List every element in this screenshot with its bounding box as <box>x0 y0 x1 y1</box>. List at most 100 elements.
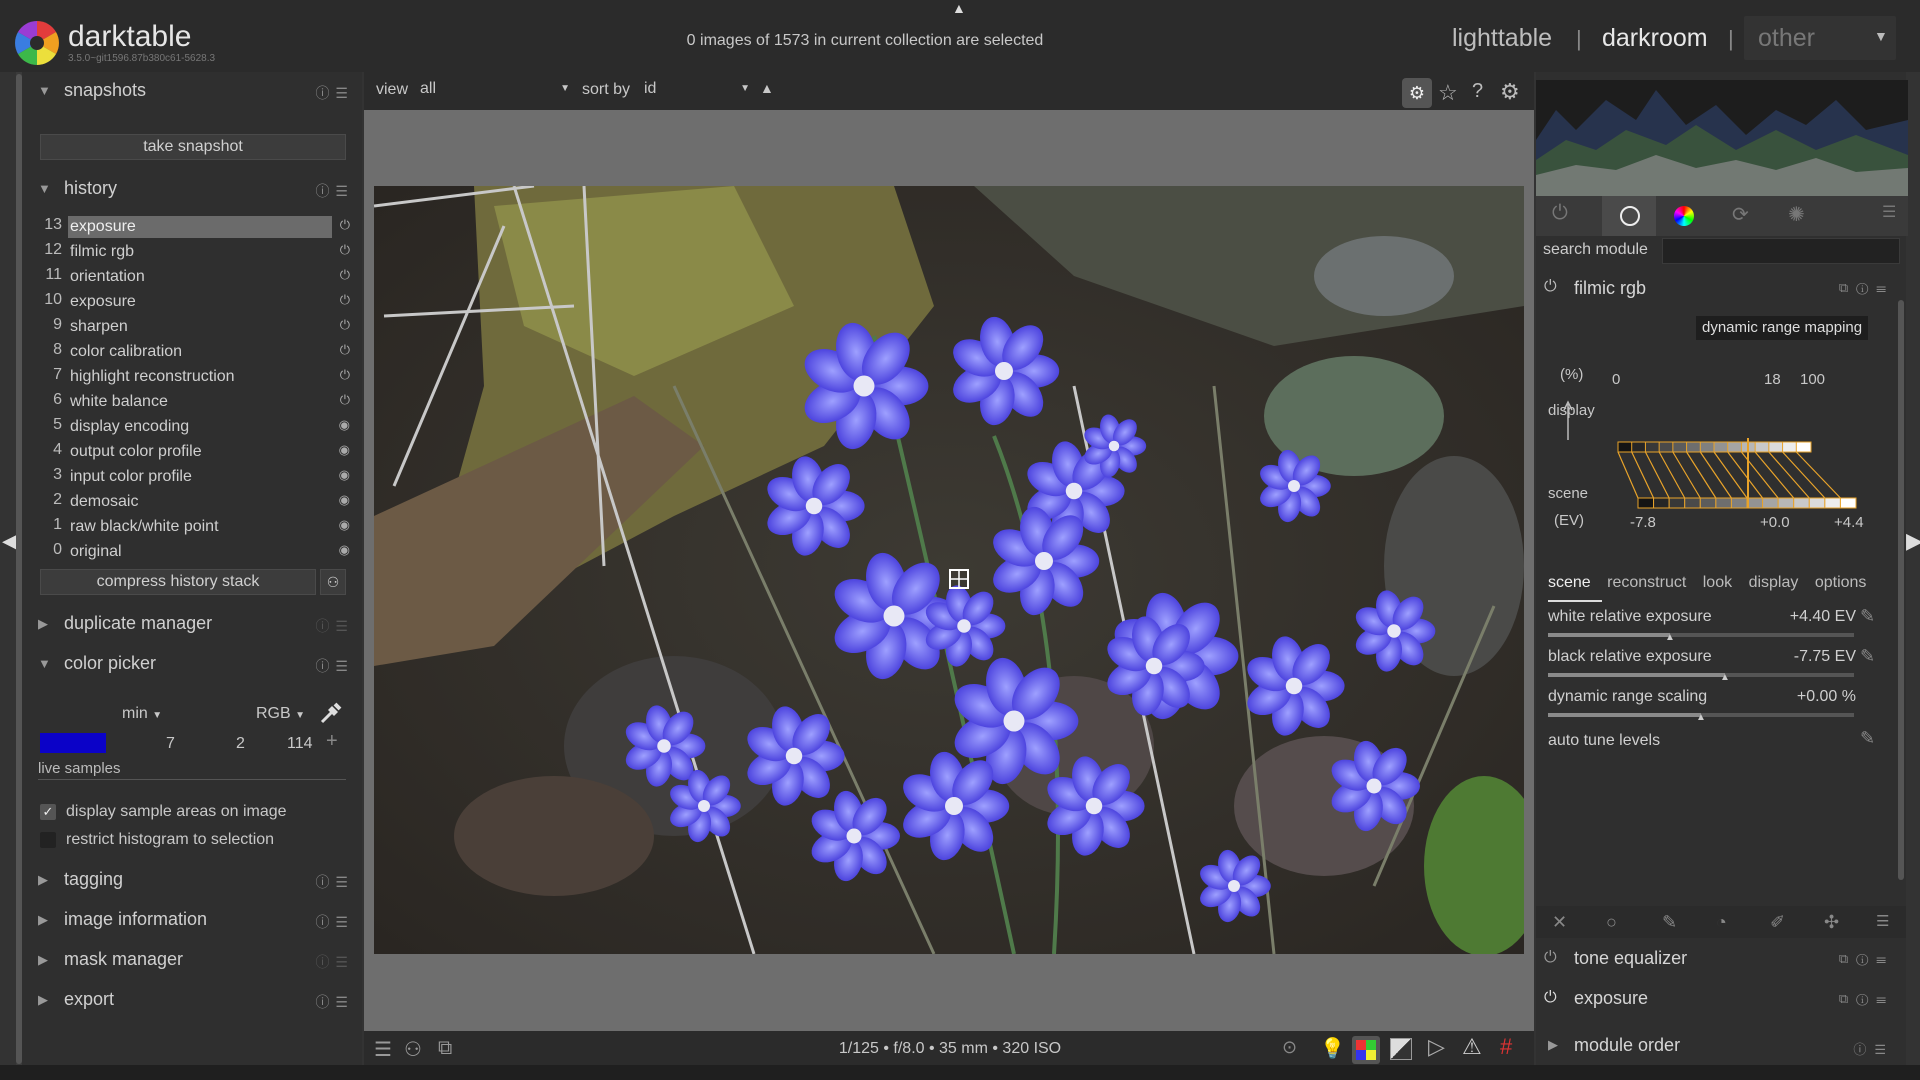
base-tab-icon[interactable] <box>1620 206 1640 226</box>
history-item[interactable]: 1 raw black/white point ◉ <box>34 516 350 541</box>
history-create-style-icon[interactable]: ⚇ <box>320 569 346 595</box>
history-item[interactable]: 4 output color profile ◉ <box>34 441 350 466</box>
image-information-header[interactable]: ▶ image information ⓘ☰ <box>30 902 354 938</box>
tab-menu-icon[interactable]: ☰ <box>1882 202 1910 230</box>
mask-menu-icon[interactable]: ☰ <box>1876 912 1889 930</box>
uniform-mask-icon[interactable]: ○ <box>1606 912 1617 933</box>
focus-peaking-icon[interactable]: ⊙ <box>1282 1037 1297 1058</box>
module-options-icons[interactable]: ⧉ⓘ☰ <box>1839 951 1894 967</box>
raster-mask-icon[interactable]: ✣ <box>1824 912 1839 933</box>
picked-color-swatch[interactable] <box>40 733 106 753</box>
bulb-icon[interactable]: 💡 <box>1320 1036 1345 1061</box>
picker-mode-select[interactable]: min ▼ <box>122 705 162 723</box>
eyedropper-icon[interactable]: ✎ <box>1860 606 1875 627</box>
active-modules-tab-icon[interactable]: ⏻ <box>1552 202 1580 230</box>
restrict-histogram-checkbox[interactable] <box>40 832 56 848</box>
module-options-icons[interactable]: ⓘ☰ <box>315 656 354 676</box>
slider-handle[interactable]: ▲ <box>1696 712 1706 723</box>
history-item[interactable]: 2 demosaic ◉ <box>34 491 350 516</box>
tab-options[interactable]: options <box>1815 574 1867 591</box>
history-item[interactable]: 0 original ◉ <box>34 541 350 566</box>
history-item[interactable]: 7 highlight reconstruction ⏻ <box>34 366 350 391</box>
drawn-mask-icon[interactable]: ✎ <box>1662 912 1677 933</box>
left-scrollbar-thumb[interactable] <box>16 74 22 1064</box>
picker-space-select[interactable]: RGB ▼ <box>256 705 305 723</box>
photo-image[interactable] <box>374 186 1524 954</box>
module-options-icons[interactable]: ⧉ⓘ☰ <box>1839 991 1894 1007</box>
power-icon[interactable]: ⏻ <box>1544 278 1557 296</box>
tab-display[interactable]: display <box>1749 574 1799 591</box>
mask-manager-header[interactable]: ▶ mask manager ⓘ☰ <box>30 942 354 978</box>
compress-history-button[interactable]: compress history stack <box>40 569 316 595</box>
module-options-icons[interactable]: ⓘ☰ <box>315 872 354 892</box>
history-item[interactable]: 6 white balance ⏻ <box>34 391 350 416</box>
tab-reconstruct[interactable]: reconstruct <box>1607 574 1686 591</box>
view-darkroom[interactable]: darkroom <box>1602 24 1708 53</box>
view-filter-select[interactable]: all ▼ <box>420 80 572 102</box>
mask-off-icon[interactable]: ✕ <box>1552 912 1567 933</box>
view-lighttable[interactable]: lighttable <box>1452 24 1552 53</box>
module-options-icons[interactable]: ⧉ⓘ☰ <box>1839 280 1894 296</box>
collapse-right-icon[interactable]: ▶ <box>1906 528 1920 554</box>
sort-order-icon[interactable]: ▲ <box>760 80 774 96</box>
tagging-header[interactable]: ▶ tagging ⓘ☰ <box>30 862 354 898</box>
tone-equalizer-header[interactable]: ⏻ tone equalizer ⧉ⓘ☰ <box>1536 940 1906 978</box>
presets-icon[interactable]: ⚇ <box>404 1037 422 1062</box>
snapshots-header[interactable]: ▼ snapshots ⓘ☰ <box>30 73 354 109</box>
softproof-icon[interactable]: ▷ <box>1428 1034 1445 1060</box>
add-sample-icon[interactable]: + <box>326 730 338 753</box>
guides-icon[interactable]: # <box>1500 1034 1512 1060</box>
help-icon[interactable]: ? <box>1472 80 1483 103</box>
history-header[interactable]: ▼ history ⓘ☰ <box>30 171 354 207</box>
module-options-icons[interactable]: ⓘ☰ <box>315 952 354 972</box>
module-options-icons[interactable]: ⓘ☰ <box>315 616 354 636</box>
search-module-input[interactable] <box>1662 238 1900 264</box>
effect-tab-icon[interactable]: ✺ <box>1788 202 1816 230</box>
history-item[interactable]: 3 input color profile ◉ <box>34 466 350 491</box>
correct-tab-icon[interactable]: ⟳ <box>1732 202 1760 230</box>
view-other[interactable]: other <box>1758 24 1815 53</box>
collapse-top-icon[interactable]: ▲ <box>952 0 966 16</box>
slider-value[interactable]: -7.75 EV <box>1740 648 1856 666</box>
slider-value[interactable]: +0.00 % <box>1740 688 1856 706</box>
module-options-icons[interactable]: ⓘ☰ <box>315 992 354 1012</box>
duplicate-manager-header[interactable]: ▶ duplicate manager ⓘ☰ <box>30 606 354 642</box>
histogram[interactable] <box>1536 80 1908 196</box>
history-item[interactable]: 5 display encoding ◉ <box>34 416 350 441</box>
color-assessment-toggle[interactable] <box>1352 1036 1380 1064</box>
export-header[interactable]: ▶ export ⓘ☰ <box>30 982 354 1018</box>
history-item[interactable]: 12 filmic rgb ⏻ <box>34 241 350 266</box>
parametric-mask-icon[interactable]: ◔ <box>1716 912 1727 933</box>
grouping-icon[interactable]: ⚙ <box>1402 78 1432 108</box>
exposure-header[interactable]: ⏻ exposure ⧉ⓘ☰ <box>1536 980 1906 1018</box>
power-icon[interactable]: ⏻ <box>1544 949 1557 967</box>
history-item[interactable]: 13 exposure ⏻ <box>34 216 350 241</box>
take-snapshot-button[interactable]: take snapshot <box>40 134 346 160</box>
gamut-check-icon[interactable]: ⚠ <box>1462 1034 1482 1060</box>
chevron-down-icon[interactable]: ▼ <box>1874 28 1888 44</box>
color-tab-icon[interactable] <box>1674 206 1694 226</box>
module-options-icons[interactable]: ⓘ☰ <box>1853 1039 1894 1058</box>
second-window-icon[interactable]: ⧉ <box>438 1037 452 1060</box>
gear-icon[interactable]: ⚙ <box>1500 79 1520 105</box>
tab-scene[interactable]: scene <box>1548 574 1591 591</box>
star-icon[interactable]: ☆ <box>1438 80 1458 106</box>
eyedropper-icon[interactable]: ✎ <box>1860 646 1875 667</box>
history-item[interactable]: 9 sharpen ⏻ <box>34 316 350 341</box>
tab-look[interactable]: look <box>1703 574 1732 591</box>
history-item[interactable]: 11 orientation ⏻ <box>34 266 350 291</box>
slider-handle[interactable]: ▲ <box>1720 672 1730 683</box>
module-order-header[interactable]: ▶ module order ⓘ☰ <box>1536 1028 1906 1066</box>
color-picker-header[interactable]: ▼ color picker ⓘ☰ <box>30 646 354 682</box>
drawn-parametric-mask-icon[interactable]: ✐ <box>1770 912 1785 933</box>
history-item[interactable]: 10 exposure ⏻ <box>34 291 350 316</box>
eyedropper-icon[interactable] <box>318 700 344 726</box>
module-options-icons[interactable]: ⓘ☰ <box>315 912 354 932</box>
slider-handle[interactable]: ▲ <box>1665 632 1675 643</box>
power-icon[interactable]: ⏻ <box>1544 989 1557 1007</box>
module-options-icons[interactable]: ⓘ☰ <box>315 83 354 103</box>
sort-by-select[interactable]: id ▼ <box>644 80 752 102</box>
display-sample-areas-checkbox[interactable]: ✓ <box>40 804 56 820</box>
right-scrollbar[interactable] <box>1898 300 1904 880</box>
module-options-icons[interactable]: ⓘ☰ <box>315 181 354 201</box>
